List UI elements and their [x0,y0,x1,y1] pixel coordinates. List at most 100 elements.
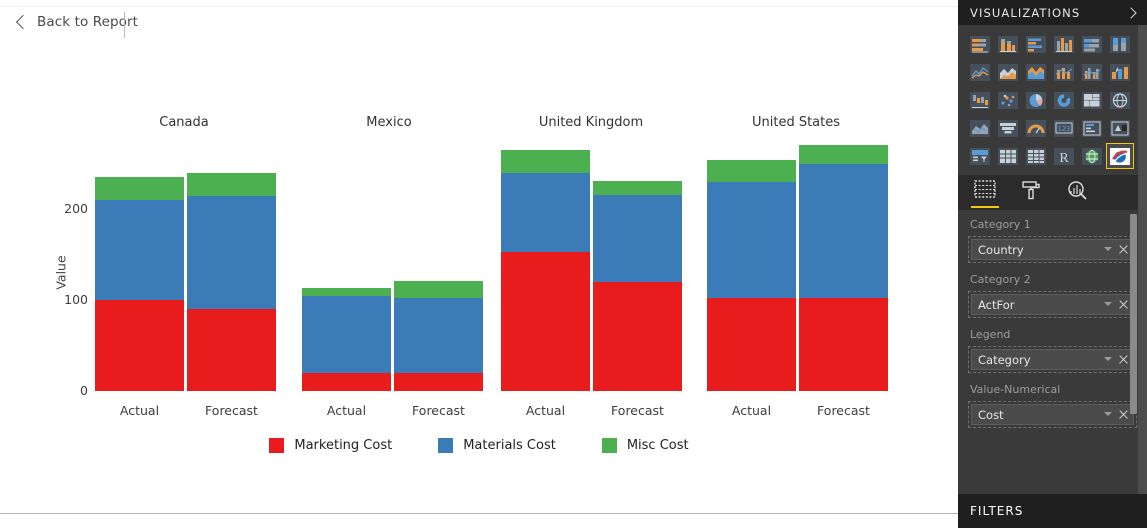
analytics-tab[interactable] [1060,176,1094,209]
bar-segment-materials-cost[interactable] [302,296,391,373]
r-script-visual-icon[interactable]: R [1050,143,1078,169]
bar-segment-materials-cost[interactable] [799,163,888,299]
stacked-bar[interactable] [501,149,590,391]
line-and-stacked-column-chart-icon[interactable] [1050,59,1078,85]
well-field[interactable]: Cost [971,404,1134,425]
paint-roller-icon [1022,181,1040,200]
bar-segment-misc-cost[interactable] [593,180,682,196]
pie-chart-icon[interactable] [1022,87,1050,113]
legend-item[interactable]: Materials Cost [438,437,556,453]
slicer-icon[interactable] [966,143,994,169]
100-percent-stacked-bar-chart-icon[interactable] [1078,31,1106,57]
stacked-bar[interactable] [95,177,184,391]
funnel-chart-icon[interactable] [994,115,1022,141]
close-icon[interactable] [1118,244,1129,255]
stacked-bar[interactable] [394,280,483,391]
bar-segment-materials-cost[interactable] [593,195,682,282]
bar-segment-marketing-cost[interactable] [501,251,590,391]
well-field[interactable]: ActFor [971,294,1134,315]
stacked-column-chart-icon[interactable] [994,31,1022,57]
custom-visual-icon[interactable] [1106,143,1134,169]
stacked-bar[interactable] [593,180,682,391]
back-to-report-button[interactable]: Back to Report [14,14,138,30]
bar-segment-misc-cost[interactable] [95,177,184,200]
arcgis-map-icon[interactable] [1078,143,1106,169]
bar-segment-misc-cost[interactable] [707,159,796,182]
bar-segment-materials-cost[interactable] [95,199,184,300]
format-tab[interactable] [1014,176,1048,209]
bar-segment-misc-cost[interactable] [394,280,483,299]
filled-map-icon[interactable] [966,115,994,141]
chevron-down-icon[interactable] [1103,300,1113,310]
legend-label: Misc Cost [626,437,689,453]
area-chart-icon[interactable] [994,59,1022,85]
gauge-chart-icon[interactable] [1022,115,1050,141]
stacked-bar[interactable] [302,288,391,391]
y-axis-tick: 100 [64,292,88,307]
bar-segment-marketing-cost[interactable] [394,372,483,391]
well-field[interactable]: Country [971,239,1134,260]
well-dropzone[interactable]: ActFor [968,291,1137,318]
kpi-icon[interactable] [1106,115,1134,141]
bar-segment-materials-cost[interactable] [707,181,796,299]
bar-segment-materials-cost[interactable] [394,298,483,373]
stacked-bar-chart-icon[interactable] [966,31,994,57]
card-icon[interactable]: 123 [1050,115,1078,141]
bar-segment-marketing-cost[interactable] [799,298,888,391]
close-icon[interactable] [1118,354,1129,365]
bar-segment-marketing-cost[interactable] [187,309,276,391]
table-icon[interactable] [994,143,1022,169]
filters-header[interactable]: FILTERS [958,494,1147,528]
line-chart-icon[interactable] [966,59,994,85]
pane-right-strip [1138,25,1147,494]
close-icon[interactable] [1118,299,1129,310]
scatter-chart-icon[interactable] [994,87,1022,113]
clustered-bar-chart-icon[interactable] [1022,31,1050,57]
line-and-clustered-column-chart-icon[interactable] [1078,59,1106,85]
x-axis-tick: Forecast [412,403,465,418]
bar-segment-materials-cost[interactable] [501,172,590,252]
bar-segment-misc-cost[interactable] [501,149,590,173]
well-dropzone[interactable]: Category [968,346,1137,373]
legend-item[interactable]: Misc Cost [601,437,689,453]
bar-segment-marketing-cost[interactable] [302,372,391,391]
chevron-down-icon[interactable] [1103,410,1113,420]
stacked-bar[interactable] [187,172,276,391]
chevron-right-icon[interactable] [1126,7,1138,19]
ribbon-chart-icon[interactable] [1106,59,1134,85]
treemap-icon[interactable] [1078,87,1106,113]
waterfall-chart-icon[interactable] [966,87,994,113]
stacked-bar[interactable] [707,159,796,391]
bar-segment-marketing-cost[interactable] [707,298,796,391]
close-icon[interactable] [1118,409,1129,420]
well-dropzone[interactable]: Country [968,236,1137,263]
stacked-column-chart[interactable]: Value 0 100 200 Canada Mexico United Kingdom… [0,50,958,470]
chevron-down-icon[interactable] [1103,355,1113,365]
well-field-name: Cost [978,407,1004,422]
well-field[interactable]: Category [971,349,1134,370]
fields-tab[interactable] [968,176,1002,209]
bar-segment-marketing-cost[interactable] [95,299,184,391]
bar-segment-misc-cost[interactable] [302,288,391,297]
chevron-down-icon[interactable] [1103,245,1113,255]
bar-segment-misc-cost[interactable] [799,145,888,164]
visualizations-pane: VISUALIZATIONS 123R... [958,0,1147,528]
field-wells-scrollbar[interactable] [1130,214,1137,414]
bar-segment-misc-cost[interactable] [187,172,276,197]
visualizations-header: VISUALIZATIONS [958,0,1147,25]
report-canvas: Back to Report Value 0 100 200 Canada Mexic… [0,0,958,528]
stacked-bar[interactable] [799,145,888,391]
well-dropzone[interactable]: Cost [968,401,1137,428]
multi-row-card-icon[interactable] [1078,115,1106,141]
back-to-report-label: Back to Report [37,14,139,30]
matrix-icon[interactable] [1022,143,1050,169]
bar-segment-materials-cost[interactable] [187,196,276,310]
legend-item[interactable]: Marketing Cost [269,437,392,453]
visual-type-gallery[interactable]: 123R... [958,25,1147,183]
clustered-column-chart-icon[interactable] [1050,31,1078,57]
donut-chart-icon[interactable] [1050,87,1078,113]
map-icon[interactable] [1106,87,1134,113]
stacked-area-chart-icon[interactable] [1022,59,1050,85]
100-percent-stacked-column-chart-icon[interactable] [1106,31,1134,57]
bar-segment-marketing-cost[interactable] [593,281,682,391]
